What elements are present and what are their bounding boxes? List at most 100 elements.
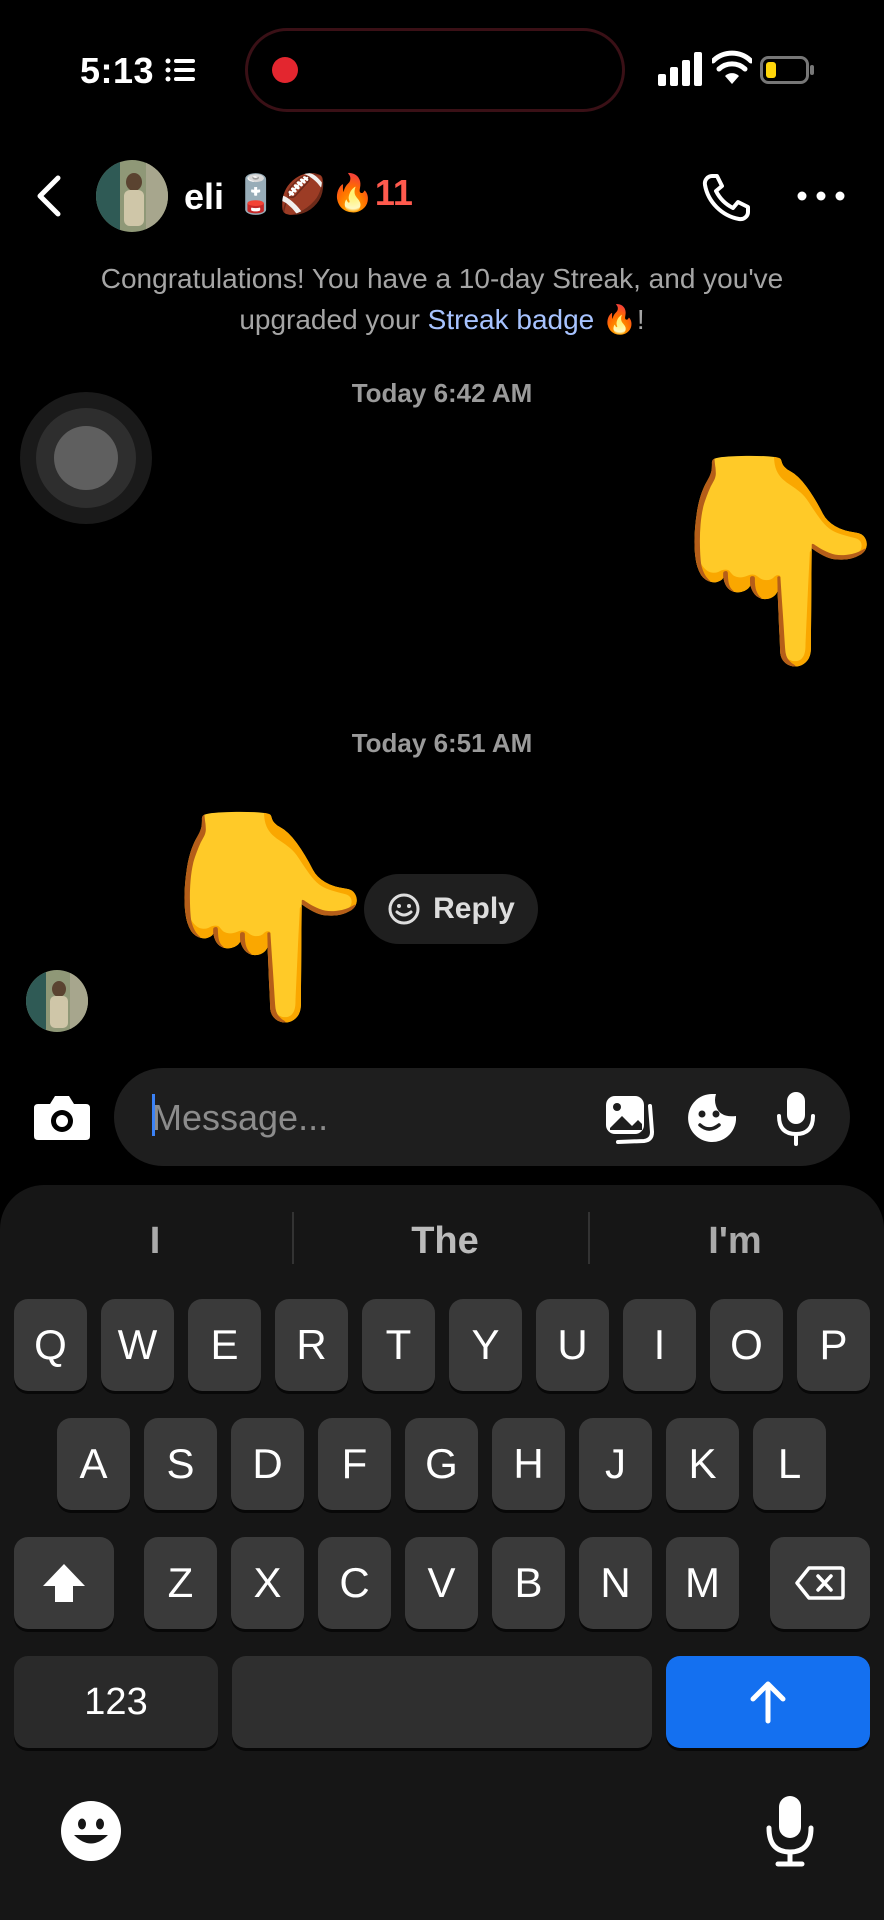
key-label: M: [685, 1559, 720, 1606]
message-input[interactable]: [150, 1068, 574, 1168]
key-k[interactable]: K: [666, 1418, 739, 1510]
backspace-key[interactable]: [770, 1537, 870, 1629]
smiley-reply-icon: [388, 893, 420, 925]
key-z[interactable]: Z: [144, 1537, 217, 1629]
key-d[interactable]: D: [231, 1418, 304, 1510]
send-arrow-icon: [750, 1681, 786, 1724]
emoji-keyboard-icon[interactable]: [60, 1800, 122, 1862]
key-label: P: [819, 1321, 848, 1368]
status-time: 5:13: [80, 50, 155, 91]
key-label: C: [339, 1559, 370, 1606]
key-b[interactable]: B: [492, 1537, 565, 1629]
key-label: S: [166, 1440, 195, 1487]
key-a[interactable]: A: [57, 1418, 130, 1510]
key-label: N: [600, 1559, 631, 1606]
battery-icon: [760, 56, 814, 84]
phone-call-icon[interactable]: [700, 172, 752, 224]
sent-message-emoji[interactable]: 👇: [650, 460, 884, 660]
key-label: L: [777, 1440, 802, 1487]
key-v[interactable]: V: [405, 1537, 478, 1629]
key-m[interactable]: M: [666, 1537, 739, 1629]
key-n[interactable]: N: [579, 1537, 652, 1629]
notice-suffix: 🔥!: [594, 304, 645, 335]
key-label: U: [557, 1321, 588, 1368]
key-label: O: [730, 1321, 763, 1368]
list-icon: [165, 58, 195, 82]
reply-button[interactable]: Reply: [364, 874, 538, 944]
key-label: G: [425, 1440, 458, 1487]
key-h[interactable]: H: [492, 1418, 565, 1510]
key-label: E: [210, 1321, 239, 1368]
key-j[interactable]: J: [579, 1418, 652, 1510]
key-label: R: [296, 1321, 327, 1368]
key-y[interactable]: Y: [449, 1299, 522, 1391]
key-label: B: [514, 1559, 543, 1606]
assistive-touch-core: [54, 426, 118, 490]
key-label: I: [653, 1321, 666, 1368]
key-label: A: [79, 1440, 108, 1487]
suggestion-1[interactable]: I: [30, 1210, 280, 1272]
key-f[interactable]: F: [318, 1418, 391, 1510]
back-chevron-icon[interactable]: [30, 172, 70, 220]
key-l[interactable]: L: [753, 1418, 826, 1510]
send-key[interactable]: [666, 1656, 870, 1748]
key-label: W: [117, 1321, 158, 1368]
recording-indicator-icon: [272, 57, 298, 83]
key-q[interactable]: Q: [14, 1299, 87, 1391]
wifi-icon: [712, 50, 752, 84]
key-label: D: [252, 1440, 283, 1487]
key-i[interactable]: I: [623, 1299, 696, 1391]
shift-icon: [43, 1564, 85, 1602]
received-message-emoji[interactable]: 👇: [140, 816, 389, 1016]
key-t[interactable]: T: [362, 1299, 435, 1391]
key-label: 123: [84, 1680, 148, 1723]
key-label: Q: [34, 1321, 67, 1368]
more-options-icon[interactable]: [796, 184, 846, 208]
key-label: X: [253, 1559, 282, 1606]
space-key[interactable]: [232, 1656, 652, 1748]
key-label: T: [385, 1321, 412, 1368]
key-s[interactable]: S: [144, 1418, 217, 1510]
key-g[interactable]: G: [405, 1418, 478, 1510]
suggestion-3[interactable]: I'm: [610, 1210, 860, 1272]
dictation-mic-icon[interactable]: [764, 1794, 816, 1868]
contact-avatar[interactable]: [96, 160, 168, 232]
gallery-icon[interactable]: [604, 1094, 656, 1144]
streak-badge-link[interactable]: Streak badge: [428, 304, 595, 335]
streak-count: 🔥11: [330, 172, 413, 213]
message-timestamp: Today 6:42 AM: [351, 378, 533, 408]
sender-avatar[interactable]: [26, 970, 88, 1032]
key-w[interactable]: W: [101, 1299, 174, 1391]
reply-label: Reply: [433, 892, 515, 925]
numbers-key[interactable]: 123: [14, 1656, 218, 1748]
key-label: Z: [167, 1559, 194, 1606]
key-o[interactable]: O: [710, 1299, 783, 1391]
key-x[interactable]: X: [231, 1537, 304, 1629]
message-composer: [114, 1068, 850, 1168]
key-label: K: [688, 1440, 717, 1487]
key-r[interactable]: R: [275, 1299, 348, 1391]
contact-name[interactable]: eli: [184, 176, 224, 218]
suggestion-2[interactable]: The: [310, 1210, 580, 1272]
key-u[interactable]: U: [536, 1299, 609, 1391]
backspace-icon: [795, 1566, 845, 1600]
suggestion-divider: [588, 1212, 590, 1264]
camera-icon[interactable]: [32, 1090, 92, 1144]
key-label: F: [341, 1440, 368, 1487]
key-e[interactable]: E: [188, 1299, 261, 1391]
shift-key[interactable]: [14, 1537, 114, 1629]
message-timestamp: Today 6:51 AM: [351, 728, 533, 758]
key-c[interactable]: C: [318, 1537, 391, 1629]
contact-name-emoji: 🪫🏈: [232, 172, 327, 216]
text-caret: [152, 1094, 155, 1136]
key-label: J: [605, 1440, 626, 1487]
key-label: H: [513, 1440, 544, 1487]
key-p[interactable]: P: [797, 1299, 870, 1391]
sticker-icon[interactable]: [686, 1092, 738, 1144]
microphone-icon[interactable]: [774, 1090, 818, 1146]
suggestion-divider: [292, 1212, 294, 1264]
cellular-signal-icon: [658, 52, 702, 86]
dynamic-island[interactable]: [245, 28, 625, 112]
key-label: Y: [471, 1321, 500, 1368]
key-label: V: [427, 1559, 456, 1606]
